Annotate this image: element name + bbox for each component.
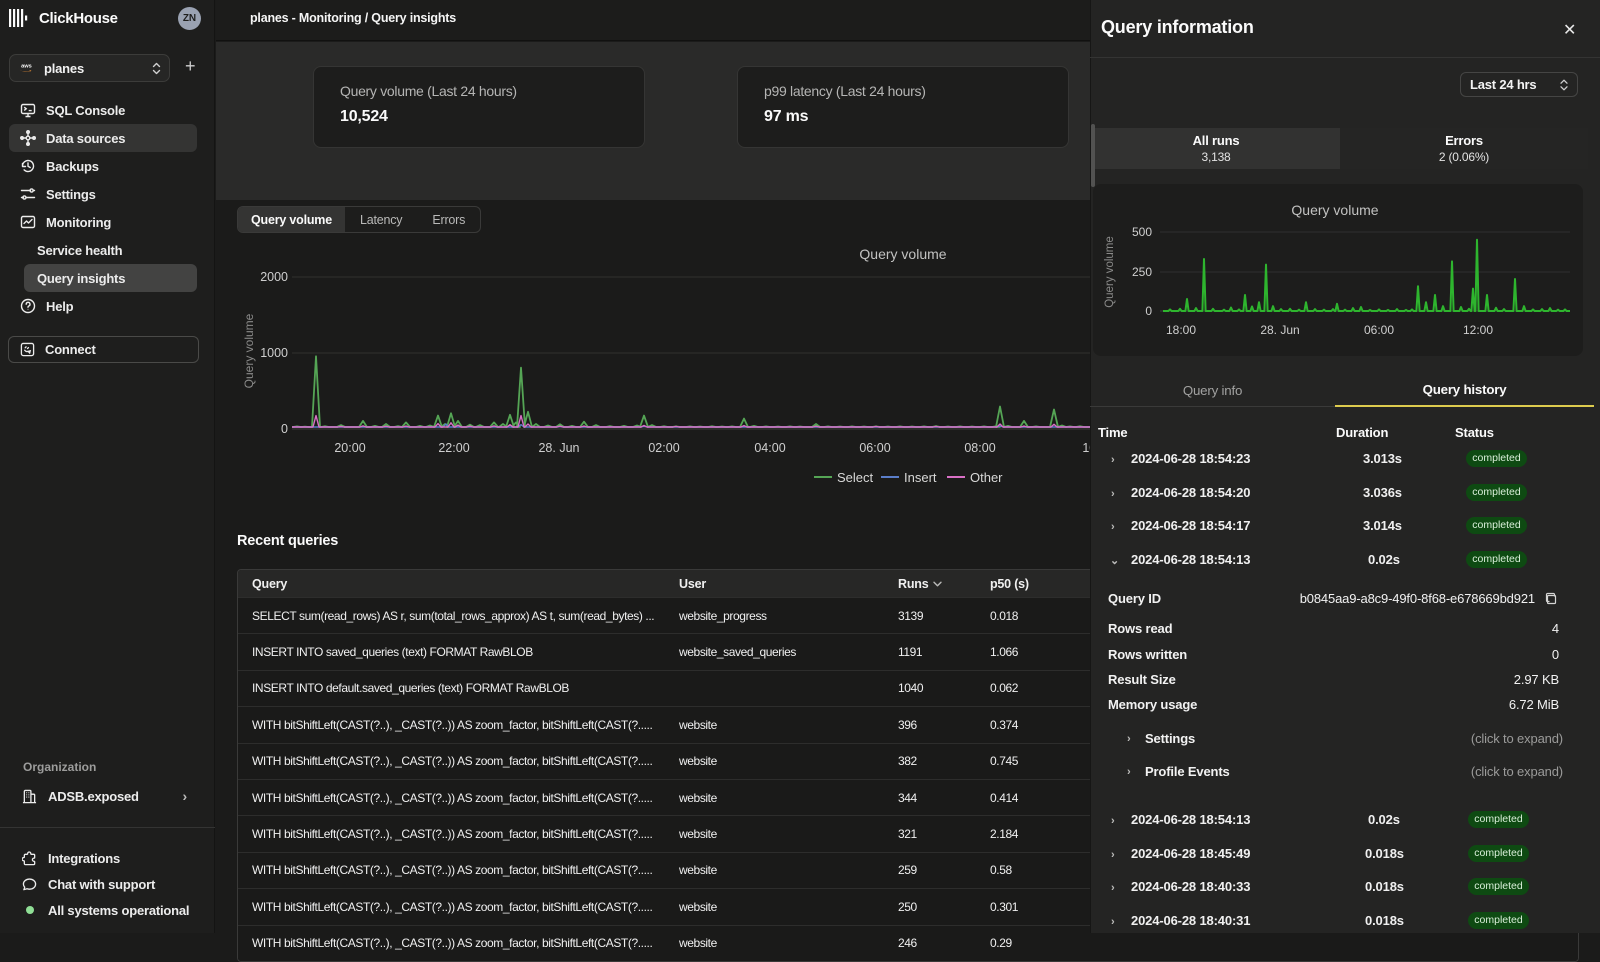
svg-text:12:00: 12:00: [1463, 323, 1493, 337]
svg-text:Query volume: Query volume: [859, 246, 946, 262]
svg-text:Query volume: Query volume: [1104, 236, 1116, 308]
svg-text:04:00: 04:00: [754, 441, 785, 455]
svg-text:2000: 2000: [260, 270, 288, 284]
svg-text:02:00: 02:00: [648, 441, 679, 455]
svg-text:06:00: 06:00: [859, 441, 890, 455]
svg-text:06:00: 06:00: [1364, 323, 1394, 337]
svg-text:22:00: 22:00: [438, 441, 469, 455]
svg-text:500: 500: [1132, 225, 1152, 239]
svg-text:08:00: 08:00: [964, 441, 995, 455]
svg-text:18:00: 18:00: [1166, 323, 1196, 337]
svg-text:Other: Other: [970, 470, 1003, 485]
svg-text:28. Jun: 28. Jun: [1260, 323, 1299, 337]
svg-text:Query volume: Query volume: [242, 313, 256, 388]
svg-text:28. Jun: 28. Jun: [538, 441, 579, 455]
svg-text:aws: aws: [21, 64, 32, 70]
svg-text:Insert: Insert: [904, 470, 937, 485]
svg-text:1000: 1000: [260, 346, 288, 360]
svg-text:20:00: 20:00: [334, 441, 365, 455]
svg-text:0: 0: [281, 422, 288, 436]
svg-text:Select: Select: [837, 470, 874, 485]
svg-text:250: 250: [1132, 265, 1152, 279]
svg-text:0: 0: [1145, 304, 1152, 318]
svg-text:Query volume: Query volume: [1291, 202, 1378, 218]
